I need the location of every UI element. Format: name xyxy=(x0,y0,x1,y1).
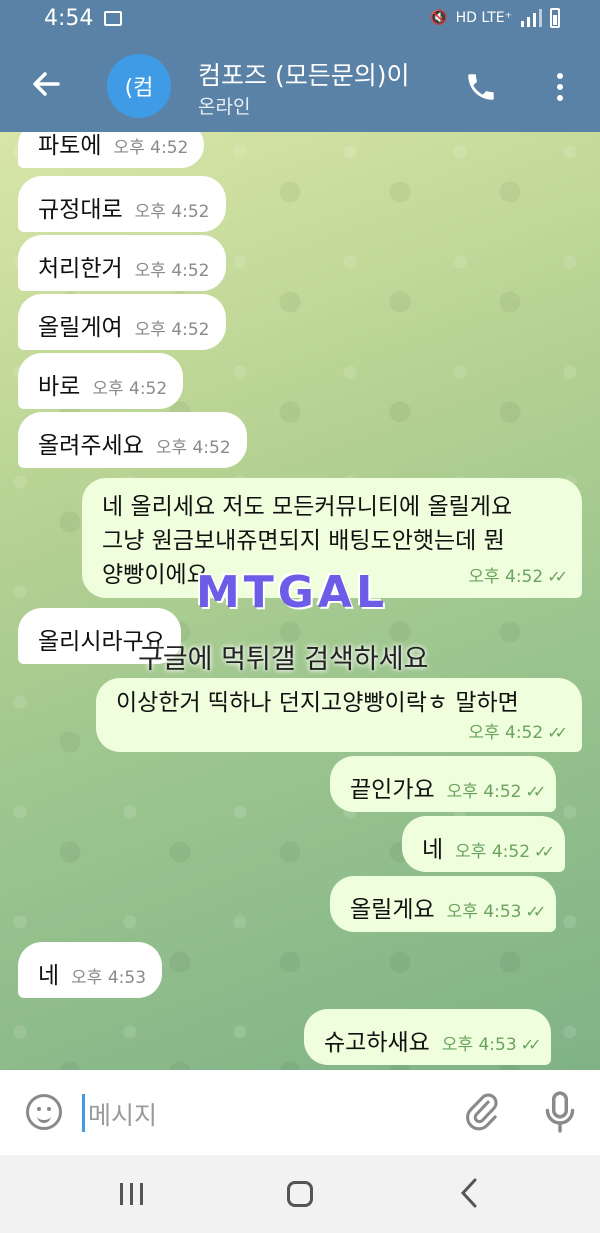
battery-icon xyxy=(550,8,560,28)
message-input[interactable]: 메시지 xyxy=(88,1096,157,1132)
message-bubble[interactable]: 네 오후 4:53 xyxy=(18,942,163,998)
message-bubble[interactable]: 바로 오후 4:52 xyxy=(18,353,184,409)
double-check-icon: ✓✓ xyxy=(525,902,547,921)
message-bubble[interactable]: 올려주세요 오후 4:52 xyxy=(18,412,247,468)
arrow-left-icon[interactable] xyxy=(30,68,62,105)
emoji-icon[interactable] xyxy=(26,1094,62,1130)
message-bubble[interactable]: 네 오후 4:52 ✓✓ xyxy=(402,816,565,872)
more-options-icon[interactable] xyxy=(548,70,572,104)
chat-title[interactable]: 컴포즈 (모든문의)이 xyxy=(198,56,438,92)
message-bubble[interactable]: 이상한거 띡하나 던지고양빵이락ㅎ 말하면 오후 4:52 ✓✓ xyxy=(96,678,582,752)
double-check-icon: ✓✓ xyxy=(547,567,568,586)
chat-header: (컴 컴포즈 (모든문의)이 온라인 xyxy=(0,40,600,132)
message-bubble[interactable]: 올릴게요 오후 4:53 ✓✓ xyxy=(330,876,557,932)
double-check-icon: ✓✓ xyxy=(534,842,555,861)
double-check-icon: ✓✓ xyxy=(520,1035,542,1054)
recent-apps-icon[interactable] xyxy=(118,1181,146,1207)
text-cursor xyxy=(82,1094,85,1132)
message-composer: 메시지 xyxy=(0,1070,600,1155)
message-bubble[interactable]: 올릴게여 오후 4:52 xyxy=(18,294,226,350)
system-navigation-bar xyxy=(0,1155,600,1233)
watermark-logo: MTGAL xyxy=(196,567,389,618)
status-time: 4:54 xyxy=(44,6,94,31)
status-indicators: 🔇 HD LTE⁺ xyxy=(430,8,560,28)
message-list[interactable]: 파토에 오후 4:52 규정대로 오후 4:52 처리한거 오후 4:52 올릴게여 오… xyxy=(0,132,600,1070)
network-indicators: HD LTE⁺ xyxy=(455,10,512,26)
message-bubble[interactable]: 규정대로 오후 4:52 xyxy=(18,176,226,232)
nav-back-icon[interactable] xyxy=(458,1177,480,1209)
microphone-icon[interactable] xyxy=(540,1090,580,1134)
phone-icon[interactable] xyxy=(464,70,498,104)
mute-icon: 🔇 xyxy=(430,10,448,26)
message-bubble[interactable]: 끝인가요 오후 4:52 ✓✓ xyxy=(330,756,557,812)
double-check-icon: ✓✓ xyxy=(547,723,568,742)
home-icon[interactable] xyxy=(287,1181,313,1207)
watermark-text: 구글에 먹튀갤 검색하세요 xyxy=(138,644,429,675)
message-bubble[interactable]: 처리한거 오후 4:52 xyxy=(18,235,226,291)
avatar[interactable]: (컴 xyxy=(107,54,171,118)
signal-icon xyxy=(521,9,542,27)
double-check-icon: ✓✓ xyxy=(525,782,547,801)
paperclip-icon[interactable] xyxy=(464,1092,498,1132)
message-bubble[interactable]: 파토에 오후 4:52 xyxy=(18,132,205,168)
message-bubble[interactable]: 슈고하새요 오후 4:53 ✓✓ xyxy=(304,1009,552,1065)
chat-status: 온라인 xyxy=(198,96,251,118)
status-bar: 4:54 🔇 HD LTE⁺ xyxy=(0,0,600,40)
image-notification-icon xyxy=(104,11,122,26)
